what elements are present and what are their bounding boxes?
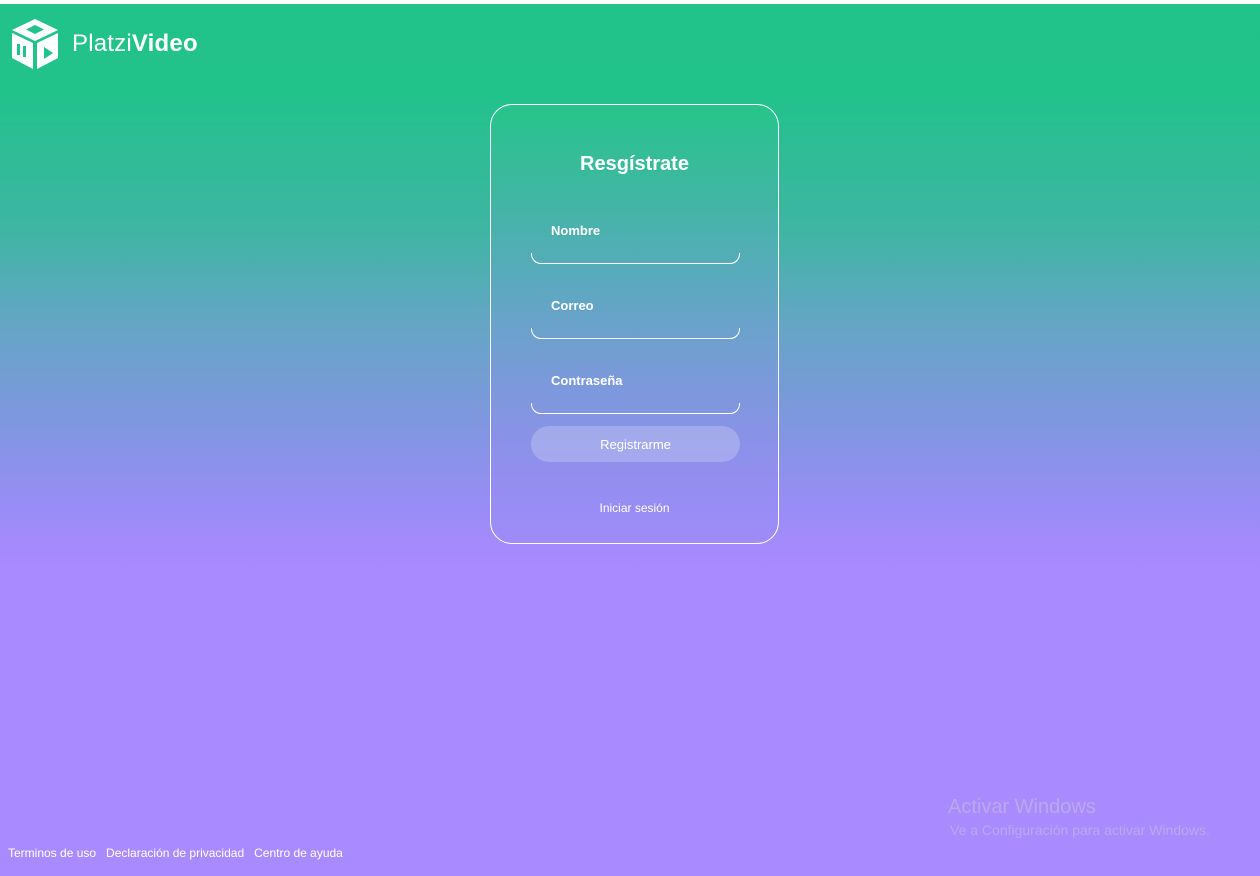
brand-name-bold: Video — [131, 30, 198, 57]
brand-name-light: Platzi — [72, 30, 132, 57]
password-field[interactable]: Contraseña — [531, 356, 743, 415]
password-field-label: Contraseña — [551, 373, 623, 388]
email-field[interactable]: Correo — [531, 281, 743, 340]
watermark-subtitle: Ve a Configuración para activar Windows. — [950, 822, 1210, 838]
footer-link-terms[interactable]: Terminos de uso — [8, 846, 96, 860]
register-card: Resgístrate Nombre Correo Contraseña Reg… — [490, 104, 779, 544]
page-background: PlatziVideo Resgístrate Nombre Correo Co… — [0, 0, 1260, 876]
header: PlatziVideo — [8, 18, 198, 70]
windows-activation-watermark: Activar Windows Ve a Configuración para … — [948, 795, 1210, 839]
brand-logo-text: PlatziVideo — [72, 32, 198, 56]
name-field[interactable]: Nombre — [531, 206, 743, 265]
footer-link-help[interactable]: Centro de ayuda — [254, 846, 343, 860]
register-button[interactable]: Registrarme — [531, 426, 740, 462]
watermark-title: Activar Windows — [948, 796, 1096, 818]
register-title: Resgístrate — [580, 153, 689, 175]
login-link[interactable]: Iniciar sesión — [491, 501, 778, 515]
footer: Terminos de uso Declaración de privacida… — [8, 846, 353, 860]
email-field-label: Correo — [551, 298, 594, 313]
name-field-label: Nombre — [551, 223, 601, 238]
footer-link-privacy[interactable]: Declaración de privacidad — [106, 846, 244, 860]
top-strip — [0, 0, 1260, 4]
platzi-video-cube-icon[interactable] — [8, 17, 62, 71]
